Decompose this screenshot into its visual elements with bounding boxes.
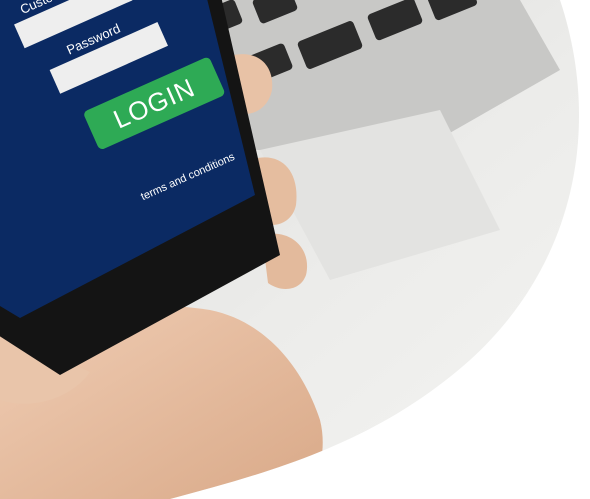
screen-heading: e L bbox=[0, 0, 18, 12]
terms-and-conditions-link[interactable]: terms and conditions bbox=[139, 151, 237, 203]
